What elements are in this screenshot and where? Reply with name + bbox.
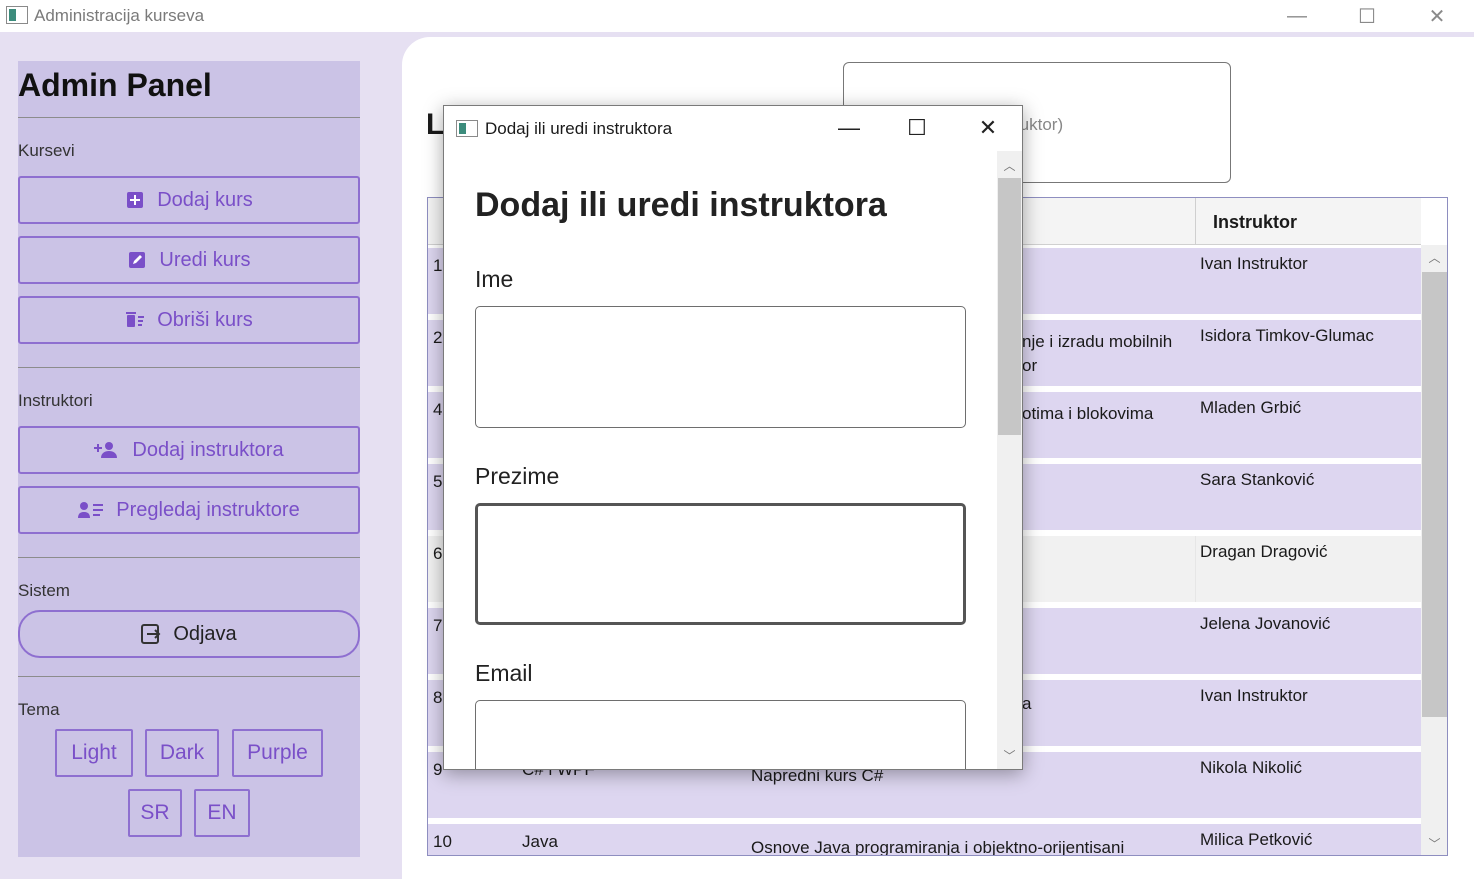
first-name-field[interactable]: [475, 306, 966, 428]
theme-purple-button[interactable]: Purple: [232, 729, 323, 777]
cell-id: 2: [433, 328, 443, 347]
cell-id: 1: [433, 256, 443, 275]
minimize-button[interactable]: —: [1262, 0, 1332, 32]
cell-id: 4: [433, 400, 443, 419]
cell-id: 8: [433, 688, 443, 707]
instructor-dialog: Dodaj ili uredi instruktora — ☐ ✕ Dodaj …: [443, 105, 1023, 770]
cell-description-line2: or: [1022, 356, 1038, 375]
delete-course-button[interactable]: Obriši kurs: [18, 296, 360, 344]
edit-course-label: Uredi kurs: [159, 248, 251, 271]
app-icon: [6, 6, 28, 24]
add-course-button[interactable]: Dodaj kurs: [18, 176, 360, 224]
last-name-label: Prezime: [475, 463, 560, 489]
view-instructors-button[interactable]: Pregledaj instruktore: [18, 486, 360, 534]
dialog-scrollbar[interactable]: ︿ ﹀: [997, 151, 1022, 769]
cell-instructor: Mladen Grbić: [1200, 398, 1302, 417]
divider: [18, 117, 360, 118]
logout-icon: [141, 624, 161, 644]
section-label-courses: Kursevi: [18, 141, 75, 160]
cell-id: 6: [433, 544, 443, 563]
panel-title: Admin Panel: [18, 67, 212, 103]
divider: [18, 557, 360, 558]
cell-description: otima i blokovima: [1022, 404, 1154, 423]
add-instructor-label: Dodaj instruktora: [132, 438, 284, 461]
cell-description: nje i izradu mobilnih: [1022, 332, 1173, 351]
cell-instructor: Sara Stanković: [1200, 470, 1315, 489]
cell-id: 9: [433, 760, 443, 779]
scroll-thumb[interactable]: [1422, 272, 1447, 717]
dialog-close-button[interactable]: ✕: [963, 112, 1013, 144]
section-label-system: Sistem: [18, 581, 70, 600]
cell-instructor: Ivan Instruktor: [1200, 254, 1308, 273]
maximize-button[interactable]: ☐: [1332, 0, 1402, 32]
column-header-instructor[interactable]: Instruktor: [1213, 212, 1297, 233]
dialog-titlebar: Dodaj ili uredi instruktora — ☐ ✕: [444, 106, 1022, 151]
add-instructor-button[interactable]: Dodaj instruktora: [18, 426, 360, 474]
divider: [18, 367, 360, 368]
logout-button[interactable]: Odjava: [18, 610, 360, 658]
dialog-window-title: Dodaj ili uredi instruktora: [485, 119, 673, 138]
scroll-down-icon[interactable]: ﹀: [1421, 835, 1447, 855]
theme-dark-button[interactable]: Dark: [145, 729, 219, 777]
person-add-icon: [94, 440, 120, 460]
lang-en-button[interactable]: EN: [194, 789, 250, 837]
view-instructors-label: Pregledaj instruktore: [116, 498, 300, 521]
theme-light-button[interactable]: Light: [55, 729, 133, 777]
edit-course-button[interactable]: Uredi kurs: [18, 236, 360, 284]
main-titlebar: Administracija kurseva — ☐ ✕: [0, 0, 1474, 32]
dialog-maximize-button[interactable]: ☐: [892, 112, 942, 144]
scroll-thumb[interactable]: [998, 178, 1021, 435]
edit-icon: [127, 250, 147, 270]
cell-id: 10: [433, 832, 452, 851]
logout-label: Odjava: [173, 622, 237, 645]
page-title: L: [426, 108, 445, 141]
grid-scrollbar[interactable]: ︿ ﹀: [1421, 245, 1447, 855]
lang-sr-button[interactable]: SR: [128, 789, 182, 837]
cell-instructor: Isidora Timkov-Glumac: [1200, 326, 1374, 345]
email-label: Email: [475, 660, 533, 686]
cell-description: Osnove Java programiranja i objektno-ori…: [751, 838, 1125, 856]
delete-course-label: Obriši kurs: [157, 308, 253, 331]
first-name-label: Ime: [475, 266, 514, 292]
last-name-field[interactable]: [475, 503, 966, 625]
close-button[interactable]: ✕: [1402, 0, 1472, 32]
section-label-theme: Tema: [18, 700, 60, 719]
cell-instructor: Milica Petković: [1200, 830, 1313, 849]
scroll-up-icon[interactable]: ︿: [1421, 249, 1447, 269]
sidebar: Admin Panel Kursevi Dodaj kurs Uredi kur…: [18, 61, 360, 857]
delete-sweep-icon: [125, 310, 145, 330]
table-row[interactable]: 10 Java Osnove Java programiranja i obje…: [428, 824, 1421, 856]
cell-instructor: Ivan Instruktor: [1200, 686, 1308, 705]
dialog-minimize-button[interactable]: —: [824, 112, 874, 144]
add-box-icon: [125, 190, 145, 210]
column-separator: [1195, 198, 1196, 245]
cell-description: a: [1022, 694, 1032, 713]
cell-instructor: Dragan Dragović: [1200, 542, 1328, 561]
window-title: Administracija kurseva: [34, 6, 205, 25]
person-list-icon: [78, 500, 104, 520]
add-course-label: Dodaj kurs: [157, 188, 253, 211]
cell-id: 5: [433, 472, 443, 491]
cell-instructor: Jelena Jovanović: [1200, 614, 1331, 633]
scroll-up-icon[interactable]: ︿: [997, 157, 1022, 177]
email-field[interactable]: [475, 700, 966, 769]
dialog-heading: Dodaj ili uredi instruktora: [475, 186, 887, 224]
dialog-app-icon: [456, 120, 478, 137]
divider: [18, 676, 360, 677]
cell-separator: [1195, 536, 1196, 602]
scroll-down-icon[interactable]: ﹀: [997, 747, 1022, 767]
cell-id: 7: [433, 616, 443, 635]
cell-name: Java: [522, 832, 558, 851]
cell-instructor: Nikola Nikolić: [1200, 758, 1303, 777]
section-label-instructors: Instruktori: [18, 391, 93, 410]
